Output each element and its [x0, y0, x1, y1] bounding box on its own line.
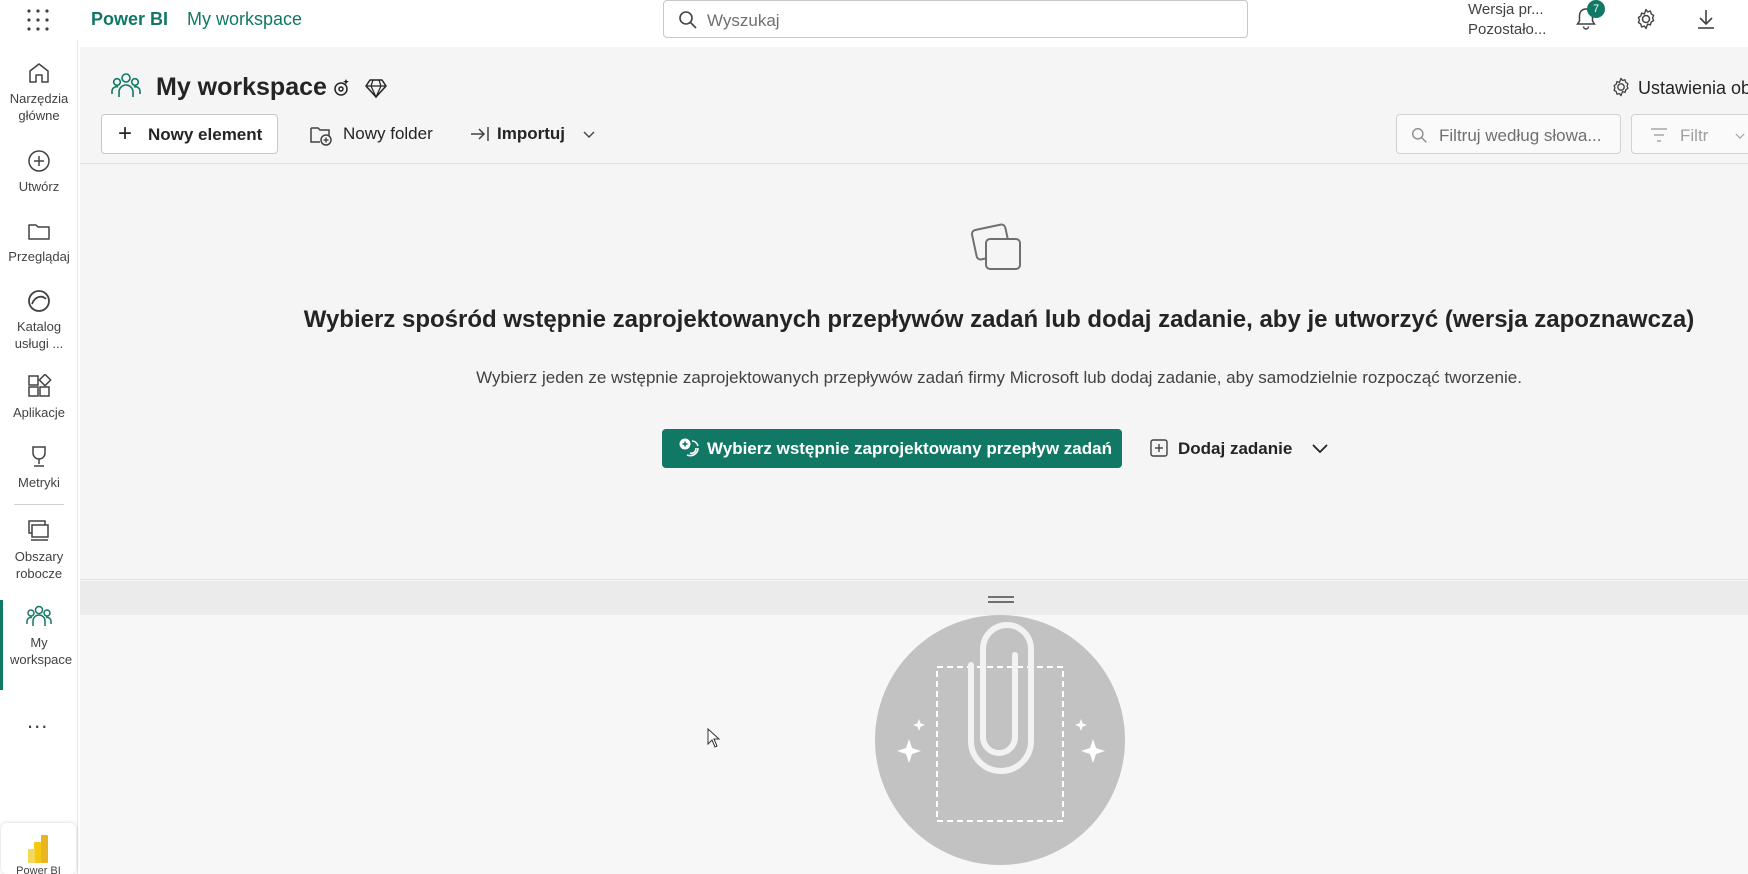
workspace-title: My workspace	[156, 73, 327, 101]
filter-button[interactable]: Filtr	[1631, 114, 1748, 154]
add-square-icon	[1150, 439, 1168, 457]
rail-item-label: Metryki	[18, 475, 60, 490]
rail-item-my-workspace[interactable]: My workspace	[0, 604, 78, 668]
import-label: Importuj	[497, 124, 565, 143]
chevron-down-icon	[1735, 133, 1745, 139]
search-icon	[679, 11, 697, 29]
left-navigation-rail: Narzędzia główne Utwórz Przeglądaj Katal…	[0, 40, 78, 874]
download-icon[interactable]	[1694, 7, 1718, 36]
rail-item-label: Utwórz	[18, 179, 60, 194]
plus-icon: +	[118, 120, 133, 147]
trial-line-1: Wersja pr...	[1468, 1, 1544, 18]
rail-divider	[14, 504, 64, 505]
filter-label: Filtr	[1680, 126, 1709, 145]
search-icon	[1412, 128, 1427, 143]
filter-placeholder: Filtruj według słowa...	[1439, 126, 1602, 145]
chevron-down-icon	[583, 131, 595, 138]
app-launcher-icon[interactable]	[26, 8, 50, 32]
rail-item-apps[interactable]: Aplikacje	[0, 374, 78, 421]
search-placeholder: Wyszukaj	[707, 11, 780, 30]
settings-gear-icon	[1613, 77, 1629, 97]
global-search[interactable]: Wyszukaj	[663, 0, 1248, 38]
power-bi-switcher[interactable]: Power BI	[1, 823, 76, 874]
power-bi-logo-icon	[28, 835, 48, 863]
new-folder-label: Nowy folder	[343, 124, 433, 143]
task-flow-cards-icon	[970, 221, 1026, 282]
new-item-button[interactable]: + Nowy element	[101, 114, 278, 154]
rail-item-workspaces[interactable]: Obszary robocze	[0, 518, 78, 582]
main-content: My workspace Ustawienia ob + Nowy elemen…	[80, 47, 1748, 874]
trial-status[interactable]: Wersja pr... Pozostało...	[1468, 0, 1546, 40]
workspace-header: My workspace Ustawienia ob + Nowy elemen…	[80, 47, 1748, 164]
task-flow-title: Wybierz spośród wstępnie zaprojektowanyc…	[303, 306, 1695, 333]
rail-item-label: Aplikacje	[12, 405, 66, 420]
filter-lines-icon	[1651, 128, 1667, 142]
import-arrow-icon	[471, 127, 489, 141]
workspace-people-icon	[110, 71, 142, 106]
mouse-pointer-icon	[707, 727, 721, 753]
rail-item-home[interactable]: Narzędzia główne	[0, 60, 78, 124]
grip-line	[988, 601, 1014, 603]
select-predesigned-task-flow-button[interactable]: Wybierz wstępnie zaprojektowany przepływ…	[662, 429, 1122, 468]
power-bi-switcher-label: Power BI	[16, 865, 61, 874]
add-task-label: Dodaj zadanie	[1178, 439, 1293, 458]
home-icon	[29, 63, 49, 83]
rail-item-metrics[interactable]: Metryki	[0, 444, 78, 491]
select-predesigned-label: Wybierz wstępnie zaprojektowany przepływ…	[707, 439, 1112, 458]
task-flow-panel: Wybierz spośród wstępnie zaprojektowanyc…	[80, 165, 1748, 580]
rail-item-label: Katalog usługi ...	[14, 319, 64, 351]
metrics-icon	[32, 446, 46, 467]
workspace-identity-icon[interactable]	[329, 76, 353, 105]
workspace-settings-button[interactable]: Ustawienia ob	[1610, 76, 1748, 99]
task-flow-add-icon	[679, 438, 699, 457]
workspace-settings-label: Ustawienia ob	[1638, 78, 1748, 98]
new-folder-icon	[310, 127, 332, 146]
chevron-down-icon	[1312, 444, 1328, 454]
workspaces-icon	[28, 520, 49, 541]
grip-line	[988, 596, 1014, 598]
premium-diamond-icon[interactable]	[365, 77, 387, 104]
more-options-icon[interactable]: ...	[27, 708, 48, 734]
breadcrumb-workspace[interactable]: My workspace	[187, 9, 302, 30]
items-list-area	[80, 615, 1748, 874]
panel-resize-handle[interactable]	[80, 581, 1748, 615]
rail-item-create[interactable]: Utwórz	[0, 148, 78, 195]
rail-item-browse[interactable]: Przeglądaj	[0, 218, 78, 265]
browse-icon	[28, 224, 50, 240]
rail-item-label: My workspace	[10, 635, 73, 667]
rail-item-catalog[interactable]: Katalog usługi ...	[0, 288, 78, 352]
rail-item-label: Narzędzia główne	[9, 91, 69, 123]
catalog-icon	[28, 290, 50, 312]
settings-gear-icon[interactable]	[1634, 7, 1658, 36]
brand-name[interactable]: Power BI	[91, 9, 168, 30]
task-flow-subtitle: Wybierz jeden ze wstępnie zaprojektowany…	[476, 368, 1522, 387]
rail-item-label: Przeglądaj	[8, 249, 70, 264]
trial-line-2: Pozostało...	[1468, 21, 1547, 38]
top-bar: Power BI My workspace Wyszukaj Wersja pr…	[0, 0, 1748, 40]
apps-icon	[28, 374, 52, 397]
notification-count-badge: 7	[1587, 0, 1605, 18]
my-workspace-icon	[26, 605, 52, 626]
filter-keyword-input[interactable]: Filtruj według słowa...	[1396, 114, 1621, 154]
new-item-label: Nowy element	[148, 125, 263, 144]
attachment-illustration	[875, 615, 1125, 870]
create-icon	[28, 150, 50, 172]
rail-item-label: Obszary robocze	[14, 549, 64, 581]
